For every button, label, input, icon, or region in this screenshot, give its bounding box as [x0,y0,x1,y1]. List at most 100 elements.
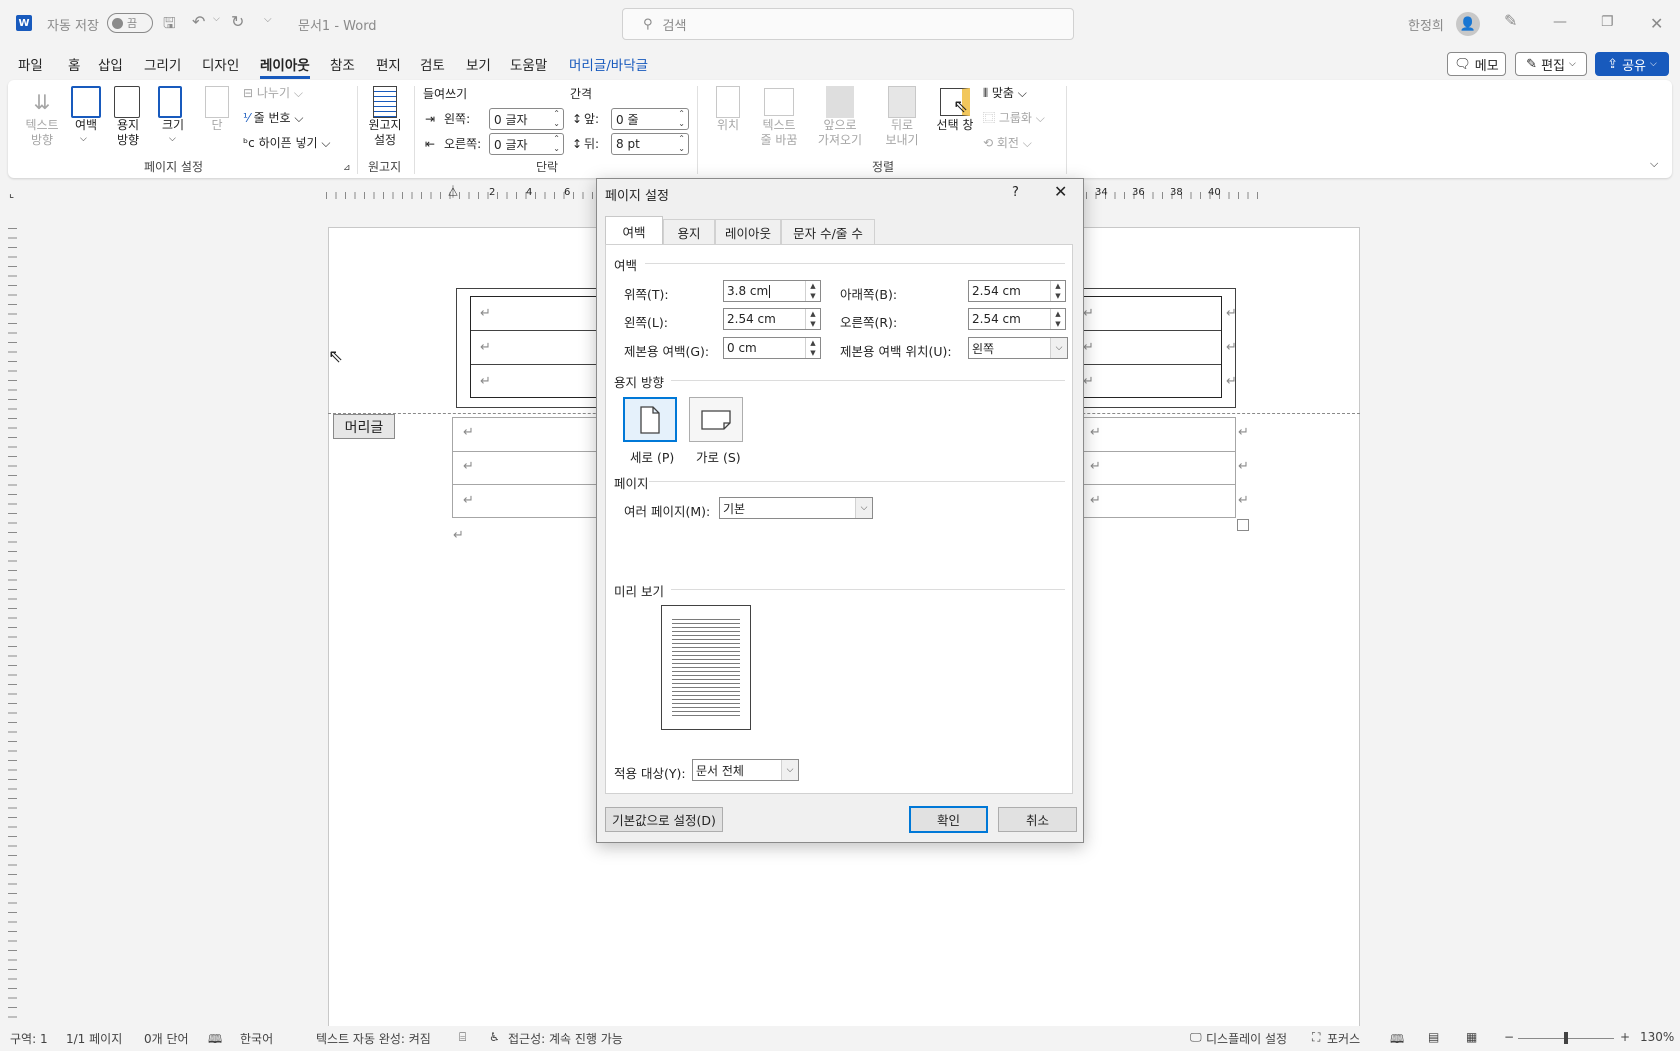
right-margin-input[interactable]: 2.54 cm ▲ ▼ [968,308,1066,330]
word-count[interactable]: 0개 단어 [144,1030,189,1047]
spinner-icon[interactable]: ⌃ ⌄ [678,109,685,129]
wrap-text-button[interactable]: 텍스트 줄 바꿈 [746,118,812,148]
columns-button[interactable]: 단 [205,118,229,133]
tab-view[interactable]: 보기 [466,54,491,74]
accessibility-status[interactable]: 접근성: 계속 진행 가능 [508,1030,623,1047]
rotate-button[interactable]: ⟲ 회전 ⌵ [983,136,1032,151]
apply-to-select[interactable]: 문서 전체 ⌵ [692,759,799,781]
redo-icon[interactable]: ↻ [231,12,244,31]
section-indicator[interactable]: 구역: 1 [10,1030,48,1047]
send-backward-button[interactable]: 뒤로 보내기 [872,118,932,148]
landscape-label[interactable]: 가로 (S) [696,447,741,466]
position-button[interactable]: 위치 [712,118,744,133]
set-default-button[interactable]: 기본값으로 설정(D) [605,807,723,832]
dialog-launcher-icon[interactable]: ⊿ [343,163,351,173]
align-button[interactable]: ⫴ 맞춤 ⌵ [983,86,1027,101]
portrait-option[interactable] [623,397,677,442]
tab-mailings[interactable]: 편지 [376,54,401,74]
page-indicator[interactable]: 1/1 페이지 [66,1030,122,1047]
close-window-icon[interactable]: ✕ [1650,14,1663,33]
spacing-before-input[interactable]: 0 줄 ⌃ ⌄ [611,108,689,130]
tab-references[interactable]: 참조 [330,54,355,74]
multiple-pages-select[interactable]: 기본 ⌵ [719,497,873,519]
autocomplete-status[interactable]: 텍스트 자동 완성: 켜짐 [316,1030,431,1047]
help-icon[interactable]: ? [1012,185,1019,200]
top-margin-input[interactable]: 3.8 cm ▲ ▼ [723,280,821,302]
spinner-icon[interactable]: ▲ ▼ [1050,309,1065,329]
spinner-icon[interactable]: ▲ ▼ [805,309,820,329]
cancel-button[interactable]: 취소 [998,807,1077,832]
macro-icon[interactable]: ⌸ [459,1030,466,1045]
tab-review[interactable]: 검토 [420,54,445,74]
margins-button[interactable]: 여백 [68,118,104,133]
zoom-in-icon[interactable]: + [1620,1030,1630,1044]
manuscript-settings-button[interactable]: 원고지 설정 [362,118,408,148]
avatar[interactable]: 👤 [1456,12,1480,36]
undo-dropdown-icon[interactable]: ⌵ [213,14,220,24]
minimize-icon[interactable]: — [1553,14,1567,30]
share-button[interactable]: ⇪ 공유 ⌵ [1595,52,1669,76]
designer-icon[interactable]: ✎ [1504,11,1517,30]
web-layout-icon[interactable]: ▦ [1466,1030,1477,1044]
bring-forward-button[interactable]: 앞으로 가져오기 [808,118,872,148]
spinner-icon[interactable]: ▲ ▼ [805,338,820,358]
tab-design[interactable]: 디자인 [202,54,239,74]
spinner-icon[interactable]: ⌃ ⌄ [553,109,560,129]
customize-qat-icon[interactable]: ⌵ [264,14,272,25]
print-layout-icon[interactable]: ▤ [1428,1030,1439,1044]
zoom-out-icon[interactable]: − [1504,1030,1514,1044]
display-settings-button[interactable]: 디스플레이 설정 [1206,1030,1287,1047]
hyphenation-button[interactable]: ᵇc 하이픈 넣기 ⌵ [243,136,331,151]
spinner-icon[interactable]: ⌃ ⌄ [678,134,685,154]
header-tag[interactable]: 머리글 [333,414,395,439]
indent-right-input[interactable]: 0 글자 ⌃ ⌄ [489,133,564,155]
orientation-button[interactable]: 용지 방향 [106,118,150,148]
search-box[interactable]: ⚲ 검색 [622,8,1074,40]
group-button[interactable]: ⿴ 그룹화 ⌵ [983,111,1045,126]
ok-button[interactable]: 확인 [909,806,988,833]
gutter-input[interactable]: 0 cm ▲ ▼ [723,337,821,359]
spinner-icon[interactable]: ▲ ▼ [1050,281,1065,301]
tab-layout[interactable]: 레이아웃 [715,219,781,244]
tab-home[interactable]: 홈 [68,54,80,74]
bottom-margin-input[interactable]: 2.54 cm ▲ ▼ [968,280,1066,302]
tab-document-grid[interactable]: 문자 수/줄 수 [781,219,875,244]
close-icon[interactable]: ✕ [1054,182,1067,201]
proofing-icon[interactable]: 🕮 [208,1030,222,1051]
read-mode-icon[interactable]: 🕮 [1390,1030,1404,1051]
language-indicator[interactable]: 한국어 [240,1030,273,1047]
left-margin-input[interactable]: 2.54 cm ▲ ▼ [723,308,821,330]
save-icon[interactable]: 🖫 [163,13,176,38]
restore-icon[interactable]: ❐ [1601,14,1614,30]
tab-paper[interactable]: 용지 [663,219,715,244]
spinner-icon[interactable]: ⌃ ⌄ [553,134,560,154]
tab-file[interactable]: 파일 [18,54,43,74]
tab-margins[interactable]: 여백 [605,216,663,245]
table-resize-handle[interactable] [1237,519,1249,531]
undo-icon[interactable]: ↶ [192,12,205,31]
spinner-icon[interactable]: ▲ ▼ [805,281,820,301]
line-numbers-button[interactable]: ⅟ 줄 번호 ⌵ [243,111,304,126]
focus-button[interactable]: 포커스 [1327,1030,1360,1047]
tab-header-footer[interactable]: 머리글/바닥글 [569,54,648,74]
collapse-ribbon-icon[interactable]: ⌵ [1650,157,1658,171]
tab-insert[interactable]: 삽입 [98,54,123,74]
size-button[interactable]: 크기 [158,118,188,133]
edit-mode-button[interactable]: ✎ 편집 ⌵ [1515,52,1587,76]
spacing-after-input[interactable]: 8 pt ⌃ ⌄ [611,133,689,155]
tab-draw[interactable]: 그리기 [144,54,181,74]
user-name[interactable]: 한정희 [1408,15,1444,34]
breaks-button[interactable]: ⊟ 나누기 ⌵ [243,86,303,101]
gutter-position-select[interactable]: 왼쪽 ⌵ [968,337,1068,359]
text-direction-button[interactable]: 텍스트 방향 [16,118,68,148]
selection-pane-button[interactable]: 선택 창 [932,118,978,133]
portrait-label[interactable]: 세로 (P) [630,447,674,466]
tab-selector-icon[interactable]: ⌞ [9,187,14,200]
landscape-option[interactable] [689,397,743,442]
memo-button[interactable]: 🗨 메모 [1447,52,1506,76]
zoom-level[interactable]: 130% [1640,1030,1674,1044]
tab-help[interactable]: 도움말 [510,54,547,74]
autosave-toggle[interactable]: 끔 [107,13,153,33]
tab-layout[interactable]: 레이아웃 [260,54,310,79]
zoom-slider-thumb[interactable] [1564,1032,1568,1044]
